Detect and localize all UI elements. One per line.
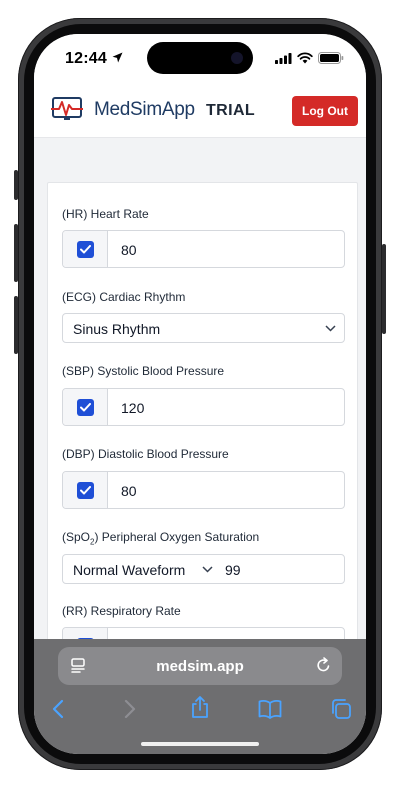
spo2-label: (SpO2) Peripheral Oxygen Saturation <box>62 530 259 546</box>
dynamic-island <box>147 42 253 74</box>
hr-field: 80 <box>62 230 345 268</box>
vitals-form-card: (HR) Heart Rate 80 (ECG) Cardiac Rhythm … <box>47 182 358 702</box>
checkmark-icon <box>80 245 91 254</box>
hr-label: (HR) Heart Rate <box>62 207 149 221</box>
browser-nav-row <box>34 696 366 725</box>
volume-down-button <box>14 296 18 354</box>
log-out-button[interactable]: Log Out <box>292 96 358 126</box>
trial-badge: TRIAL <box>206 102 256 119</box>
safari-toolbar: medsim.app <box>34 639 366 754</box>
battery-icon <box>318 52 344 64</box>
location-arrow-icon <box>112 52 123 63</box>
tabs-icon[interactable] <box>330 698 352 720</box>
cellular-signal-icon <box>275 52 292 64</box>
camera-icon <box>231 52 243 64</box>
hr-checkbox-cell <box>63 231 108 267</box>
spo2-waveform-select[interactable]: Normal Waveform <box>73 562 185 578</box>
reload-icon[interactable] <box>316 657 331 673</box>
ecg-selected-value: Sinus Rhythm <box>73 321 161 337</box>
sbp-checkbox-cell <box>63 389 108 425</box>
app-header: MedSimApp TRIAL Log Out <box>34 84 366 138</box>
sbp-field: 120 <box>62 388 345 426</box>
rr-label: (RR) Respiratory Rate <box>62 604 181 618</box>
hr-input[interactable]: 80 <box>121 242 137 258</box>
forward-icon[interactable] <box>124 699 136 719</box>
back-icon[interactable] <box>52 699 64 719</box>
dbp-checkbox[interactable] <box>77 482 94 499</box>
dbp-field: 80 <box>62 471 345 509</box>
status-bar: 12:44 <box>34 34 366 84</box>
status-time: 12:44 <box>65 50 107 67</box>
home-indicator <box>141 742 259 746</box>
checkmark-icon <box>80 403 91 412</box>
ecg-label: (ECG) Cardiac Rhythm <box>62 290 186 304</box>
volume-up-button <box>14 224 18 282</box>
dbp-checkbox-cell <box>63 472 108 508</box>
sbp-checkbox[interactable] <box>77 399 94 416</box>
status-icons <box>275 52 344 64</box>
address-bar[interactable]: medsim.app <box>58 647 342 685</box>
power-button <box>382 244 386 334</box>
sbp-input[interactable]: 120 <box>121 400 144 416</box>
spo2-field: Normal Waveform 99 <box>62 554 345 584</box>
spo2-label-prefix: (SpO <box>62 530 91 544</box>
sbp-label: (SBP) Systolic Blood Pressure <box>62 364 225 378</box>
monitor-heartbeat-logo-icon <box>51 97 83 120</box>
chevron-down-icon <box>325 325 336 332</box>
spo2-label-suffix: ) Peripheral Oxygen Saturation <box>94 530 260 544</box>
chevron-down-icon <box>202 566 213 573</box>
ecg-rhythm-select[interactable]: Sinus Rhythm <box>62 313 345 343</box>
dbp-input[interactable]: 80 <box>121 483 137 499</box>
checkmark-icon <box>80 486 91 495</box>
wifi-icon <box>297 52 313 64</box>
hr-checkbox[interactable] <box>77 241 94 258</box>
brand-name: MedSimApp <box>94 99 195 120</box>
phone-screen: 12:44 MedSimApp TRIAL Log Out (HR) Heart… <box>34 34 366 754</box>
spo2-input[interactable]: 99 <box>225 562 241 578</box>
bookmarks-icon[interactable] <box>258 699 282 719</box>
dbp-label: (DBP) Diastolic Blood Pressure <box>62 447 229 461</box>
share-icon[interactable] <box>190 695 210 719</box>
url-text: medsim.app <box>156 658 244 675</box>
silent-switch <box>14 170 18 200</box>
